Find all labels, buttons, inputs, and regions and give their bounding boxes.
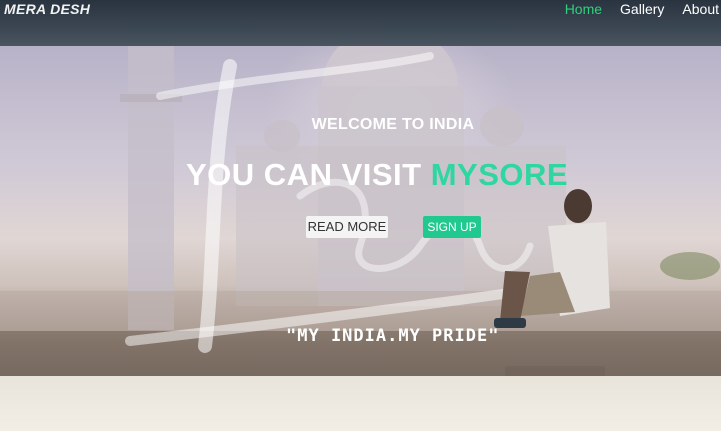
sign-up-button[interactable]: SIGN UP	[423, 216, 481, 238]
hero-headline: YOU CAN VISIT MYSORE	[186, 157, 568, 193]
hero-background-image	[0, 46, 721, 416]
hero-banner: WELCOME TO INDIA YOU CAN VISIT MYSORE RE…	[0, 46, 721, 431]
minaret-left	[128, 46, 174, 330]
read-more-button[interactable]: READ MORE	[306, 216, 388, 238]
bottom-strip	[0, 376, 721, 431]
page: MERA DESH Home Gallery About WELCOME TO …	[0, 0, 721, 431]
man-head	[564, 189, 592, 223]
nav-link-about[interactable]: About	[673, 0, 721, 20]
brand-logo[interactable]: MERA DESH	[4, 1, 90, 17]
headline-prefix: YOU CAN VISIT	[186, 157, 422, 192]
headline-accent: MYSORE	[430, 157, 569, 192]
nav-link-gallery[interactable]: Gallery	[611, 0, 673, 20]
nav-links: Home Gallery About	[556, 0, 721, 20]
trees-right	[660, 252, 720, 280]
tagline: "MY INDIA.MY PRIDE"	[286, 326, 500, 346]
welcome-heading: WELCOME TO INDIA	[311, 116, 475, 133]
navbar: MERA DESH Home Gallery About	[0, 0, 721, 46]
nav-link-home[interactable]: Home	[556, 0, 611, 20]
